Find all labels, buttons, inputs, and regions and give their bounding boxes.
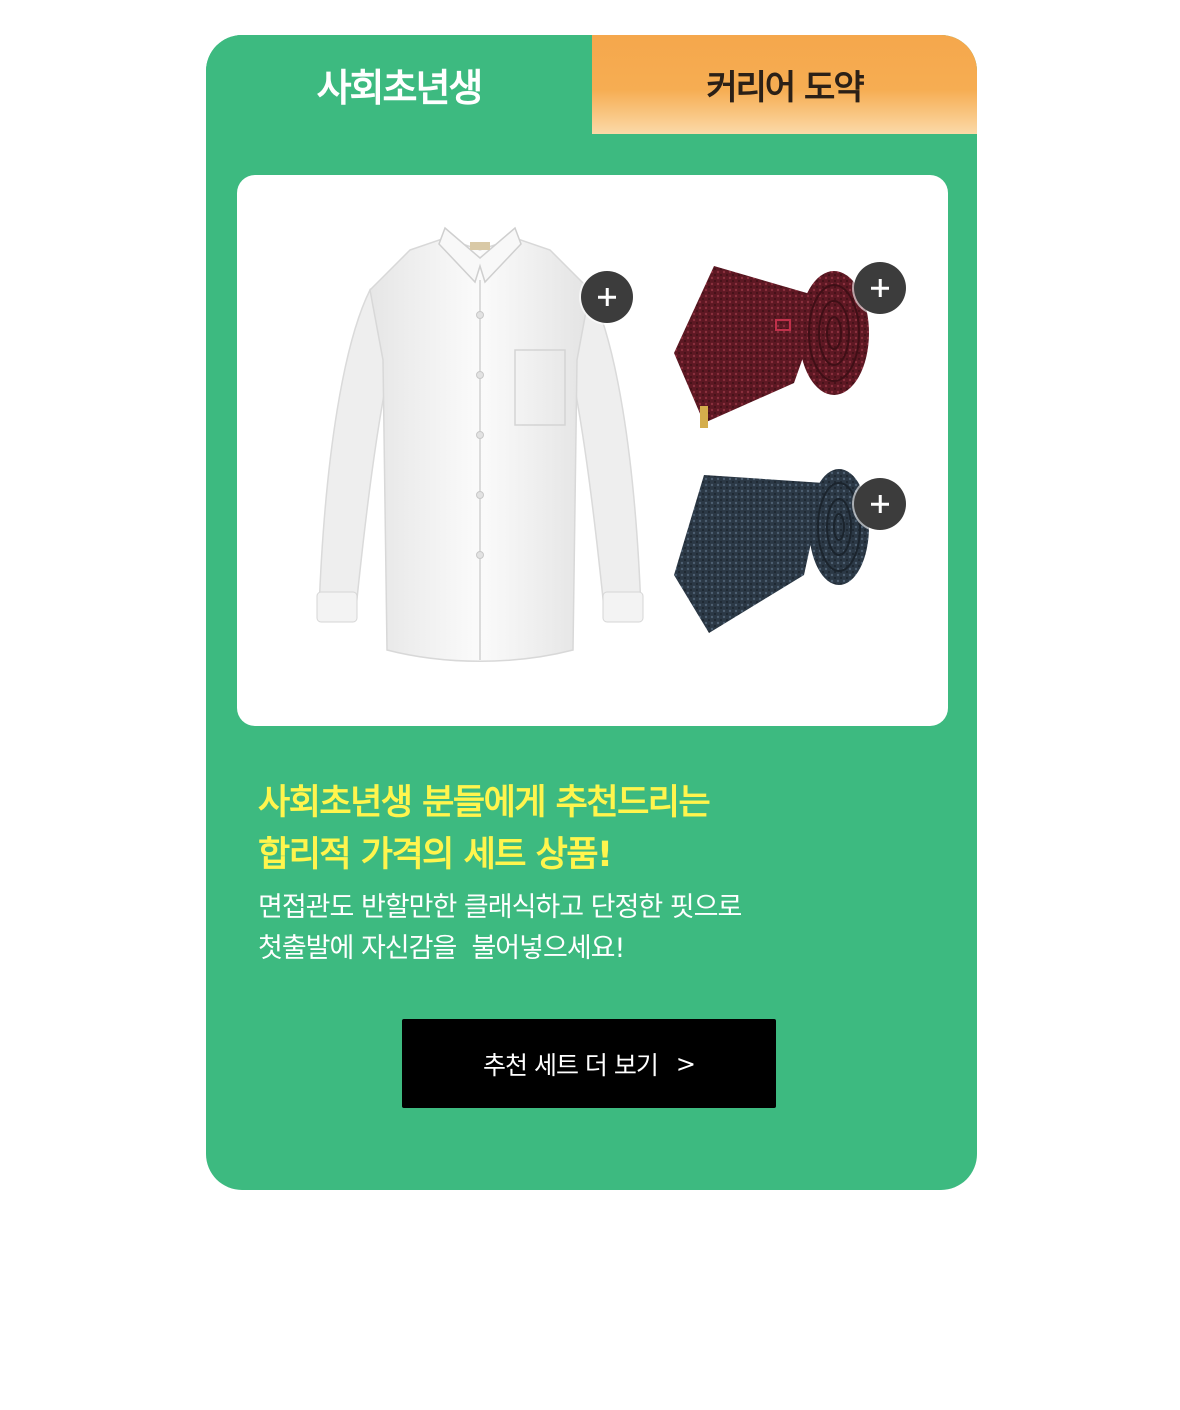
description-line-2: 첫출발에 자신감을 불어넣으세요!	[258, 933, 625, 964]
headline: 사회초년생 분들에게 추천드리는 합리적 가격의 세트 상품!	[258, 777, 938, 881]
tab-bar: 사회초년생 커리어 도약	[206, 35, 977, 134]
tab-career-advance[interactable]: 커리어 도약	[592, 35, 977, 134]
shirt-add-button[interactable]	[581, 271, 633, 323]
headline-line-1: 사회초년생 분들에게 추천드리는	[258, 783, 711, 823]
view-more-sets-label: 추천 세트 더 보기	[483, 1050, 659, 1080]
navy-tie-image[interactable]	[674, 465, 874, 637]
headline-line-2: 합리적 가격의 세트 상품!	[258, 835, 613, 875]
burgundy-tie-add-button[interactable]	[854, 262, 906, 314]
navy-tie-add-button[interactable]	[854, 478, 906, 530]
chevron-right-icon: >	[675, 1049, 696, 1078]
tab-career-advance-label: 커리어 도약	[706, 68, 864, 108]
tab-new-graduate-label: 사회초년생	[316, 66, 484, 110]
description-line-1: 면접관도 반할만한 클래식하고 단정한 핏으로	[258, 892, 742, 923]
tab-new-graduate[interactable]: 사회초년생	[206, 35, 592, 134]
burgundy-tie-image[interactable]	[674, 258, 874, 433]
recommendation-card: 사회초년생 커리어 도약 사회초년생 분들에게 추천드리는 합리적 가격의 세트…	[206, 35, 977, 1190]
product-panel	[237, 175, 948, 726]
description: 면접관도 반할만한 클래식하고 단정한 핏으로 첫출발에 자신감을 불어넣으세요…	[258, 887, 938, 969]
view-more-sets-button[interactable]: 추천 세트 더 보기 >	[402, 1019, 776, 1108]
